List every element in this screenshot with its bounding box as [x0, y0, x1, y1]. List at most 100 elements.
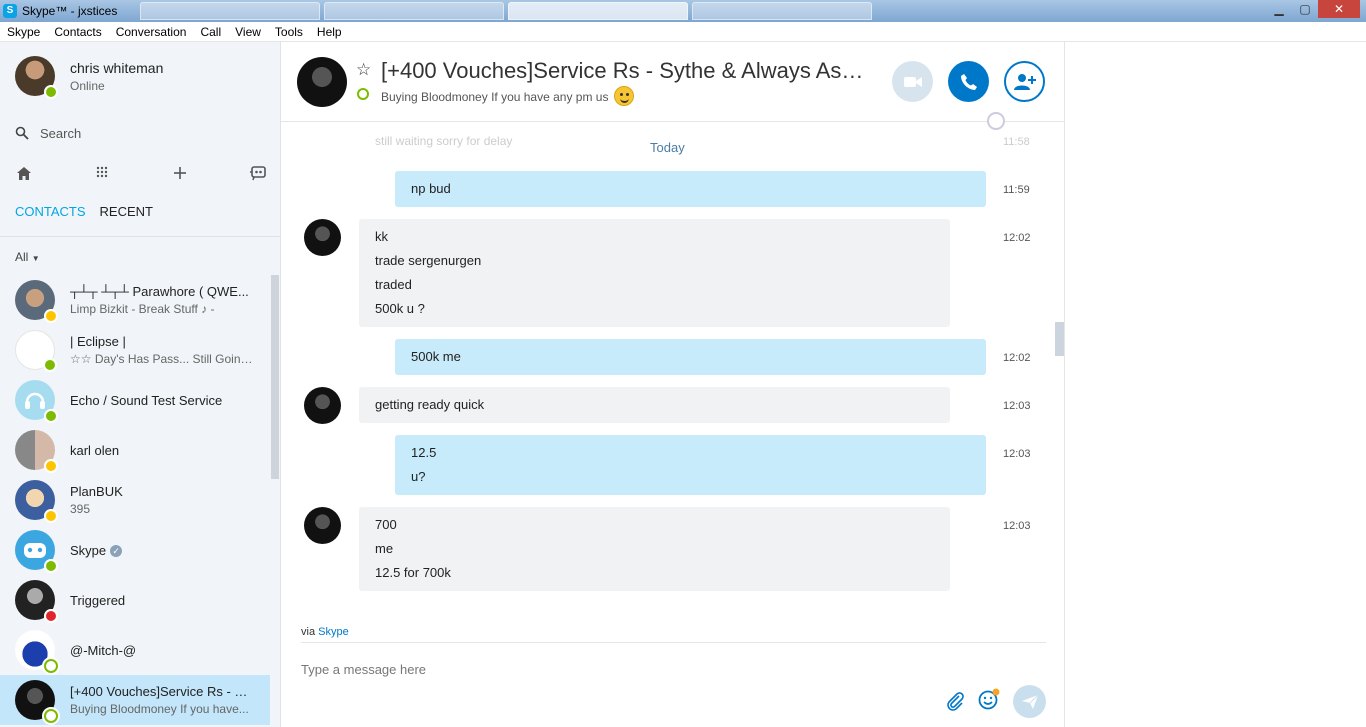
star-icon[interactable]: ☆ [356, 60, 371, 80]
avatar [15, 530, 58, 573]
message-scrollbar[interactable] [1055, 322, 1064, 356]
menu-item-help[interactable]: Help [317, 25, 342, 39]
incoming-message[interactable]: getting ready quick [359, 387, 950, 423]
contact-item[interactable]: ┬┴┬ ┴┬┴ Parawhore ( QWE... Limp Bizkit -… [0, 275, 270, 325]
contact-item[interactable]: Triggered [0, 575, 270, 625]
send-button[interactable] [1013, 685, 1046, 718]
home-icon[interactable] [15, 164, 33, 182]
dialpad-icon[interactable] [93, 164, 111, 182]
search-label: Search [40, 125, 82, 141]
message-line: u? [411, 469, 426, 484]
avatar[interactable] [304, 507, 341, 544]
avatar[interactable] [297, 57, 347, 107]
chevron-down-icon: ▼ [31, 254, 40, 263]
maximize-button[interactable]: ▢ [1292, 0, 1318, 18]
filter-label: All [15, 250, 29, 264]
emoticon-button[interactable] [978, 688, 1000, 710]
sidebar-toolbar [15, 162, 267, 184]
avatar [15, 630, 58, 673]
profile-name: chris whiteman [70, 59, 164, 76]
bot-icon[interactable] [249, 164, 267, 182]
message-line: kk [375, 229, 388, 244]
tabs-divider [0, 236, 280, 237]
menu-item-skype[interactable]: Skype [7, 25, 40, 39]
background-tab [508, 2, 688, 20]
search-box[interactable]: Search [15, 122, 265, 144]
status-dnd-icon [44, 609, 58, 623]
via-skype-link[interactable]: Skype [318, 626, 349, 638]
message-line: getting ready quick [375, 397, 485, 412]
contact-item[interactable]: @-Mitch-@ [0, 625, 270, 675]
contact-mood: 395 [70, 502, 91, 516]
contact-item-selected[interactable]: [+400 Vouches]Service Rs - Sy... Buying … [0, 675, 270, 725]
avatar[interactable] [304, 219, 341, 256]
contact-item[interactable]: | Eclipse | ☆☆ Day's Has Pass... Still G… [0, 325, 270, 375]
status-offline-icon [44, 659, 58, 673]
faded-message: still waiting sorry for delay [375, 134, 513, 148]
video-call-button[interactable] [892, 61, 933, 102]
message-time: 12:03 [1003, 400, 1031, 412]
menu-item-view[interactable]: View [235, 25, 261, 39]
message-line: 500k u ? [375, 301, 425, 316]
contact-item[interactable]: Echo / Sound Test Service [0, 375, 270, 425]
menu-item-call[interactable]: Call [200, 25, 221, 39]
send-icon [1021, 694, 1038, 709]
message-time: 12:03 [1003, 520, 1031, 532]
sidebar: chris whiteman Online Search CONTACTS RE… [0, 42, 281, 727]
window-title: Skype™ - jxstices [22, 4, 118, 18]
profile[interactable]: chris whiteman Online [15, 56, 164, 99]
add-person-icon [1013, 73, 1036, 90]
status-offline-icon [44, 709, 58, 723]
contact-name: karl olen [70, 442, 120, 458]
avatar[interactable] [15, 56, 58, 99]
menu-item-tools[interactable]: Tools [275, 25, 303, 39]
avatar[interactable] [304, 387, 341, 424]
contact-name: Echo / Sound Test Service [70, 392, 223, 408]
background-tab [692, 2, 872, 20]
audio-call-button[interactable] [948, 61, 989, 102]
incoming-message[interactable]: kk trade sergenurgen traded 500k u ? [359, 219, 950, 327]
status-away-icon [44, 509, 58, 523]
contact-name: @-Mitch-@ [70, 642, 137, 658]
smiley-emoticon-icon [613, 86, 634, 106]
outgoing-message[interactable]: 500k me [395, 339, 986, 375]
background-browser-tabs [140, 2, 872, 20]
menu-item-conversation[interactable]: Conversation [116, 25, 187, 39]
status-away-icon [44, 309, 58, 323]
status-away-icon [44, 459, 58, 473]
status-online-icon [44, 559, 58, 573]
incoming-message[interactable]: 700 me 12.5 for 700k [359, 507, 950, 591]
add-people-button[interactable] [1004, 61, 1045, 102]
faded-message-time: 11:58 [1003, 136, 1030, 148]
verified-icon: ✓ [110, 545, 123, 558]
status-offline-icon [357, 88, 369, 100]
menu-item-contacts[interactable]: Contacts [54, 25, 101, 39]
phone-icon [960, 73, 977, 90]
contact-mood: Limp Bizkit - Break Stuff ♪ - [70, 302, 215, 316]
message-time: 11:59 [1003, 184, 1030, 196]
contact-mood: Buying Bloodmoney If you have... [70, 702, 249, 716]
tab-contacts[interactable]: CONTACTS [15, 204, 86, 219]
minimize-button[interactable]: ▁ [1266, 0, 1292, 18]
title-bar: S Skype™ - jxstices ▁ ▢ ✕ [0, 0, 1366, 22]
contacts-filter-dropdown[interactable]: All ▼ [15, 250, 40, 264]
contact-list-scrollbar[interactable] [271, 275, 279, 479]
message-time: 12:03 [1003, 448, 1031, 460]
contact-item[interactable]: karl olen [0, 425, 270, 475]
contact-item[interactable]: PlanBUK 395 [0, 475, 270, 525]
contact-list: ┬┴┬ ┴┬┴ Parawhore ( QWE... Limp Bizkit -… [0, 275, 270, 725]
contact-name: PlanBUK [70, 484, 123, 499]
add-icon[interactable] [171, 164, 189, 182]
paperclip-icon[interactable] [944, 690, 966, 712]
close-button[interactable]: ✕ [1318, 0, 1360, 18]
outgoing-message[interactable]: np bud [395, 171, 986, 207]
video-camera-icon [903, 76, 922, 87]
contact-name-text: Skype [70, 542, 107, 558]
composer-divider [301, 642, 1046, 643]
message-input[interactable]: Type a message here [301, 662, 426, 677]
contact-item[interactable]: Skype ✓ [0, 525, 270, 575]
conversation-title[interactable]: [+400 Vouches]Service Rs - Sythe & Alway… [381, 58, 866, 84]
outgoing-message[interactable]: 12.5 u? [395, 435, 986, 495]
tab-recent[interactable]: RECENT [100, 204, 153, 219]
message-time: 12:02 [1003, 352, 1031, 364]
